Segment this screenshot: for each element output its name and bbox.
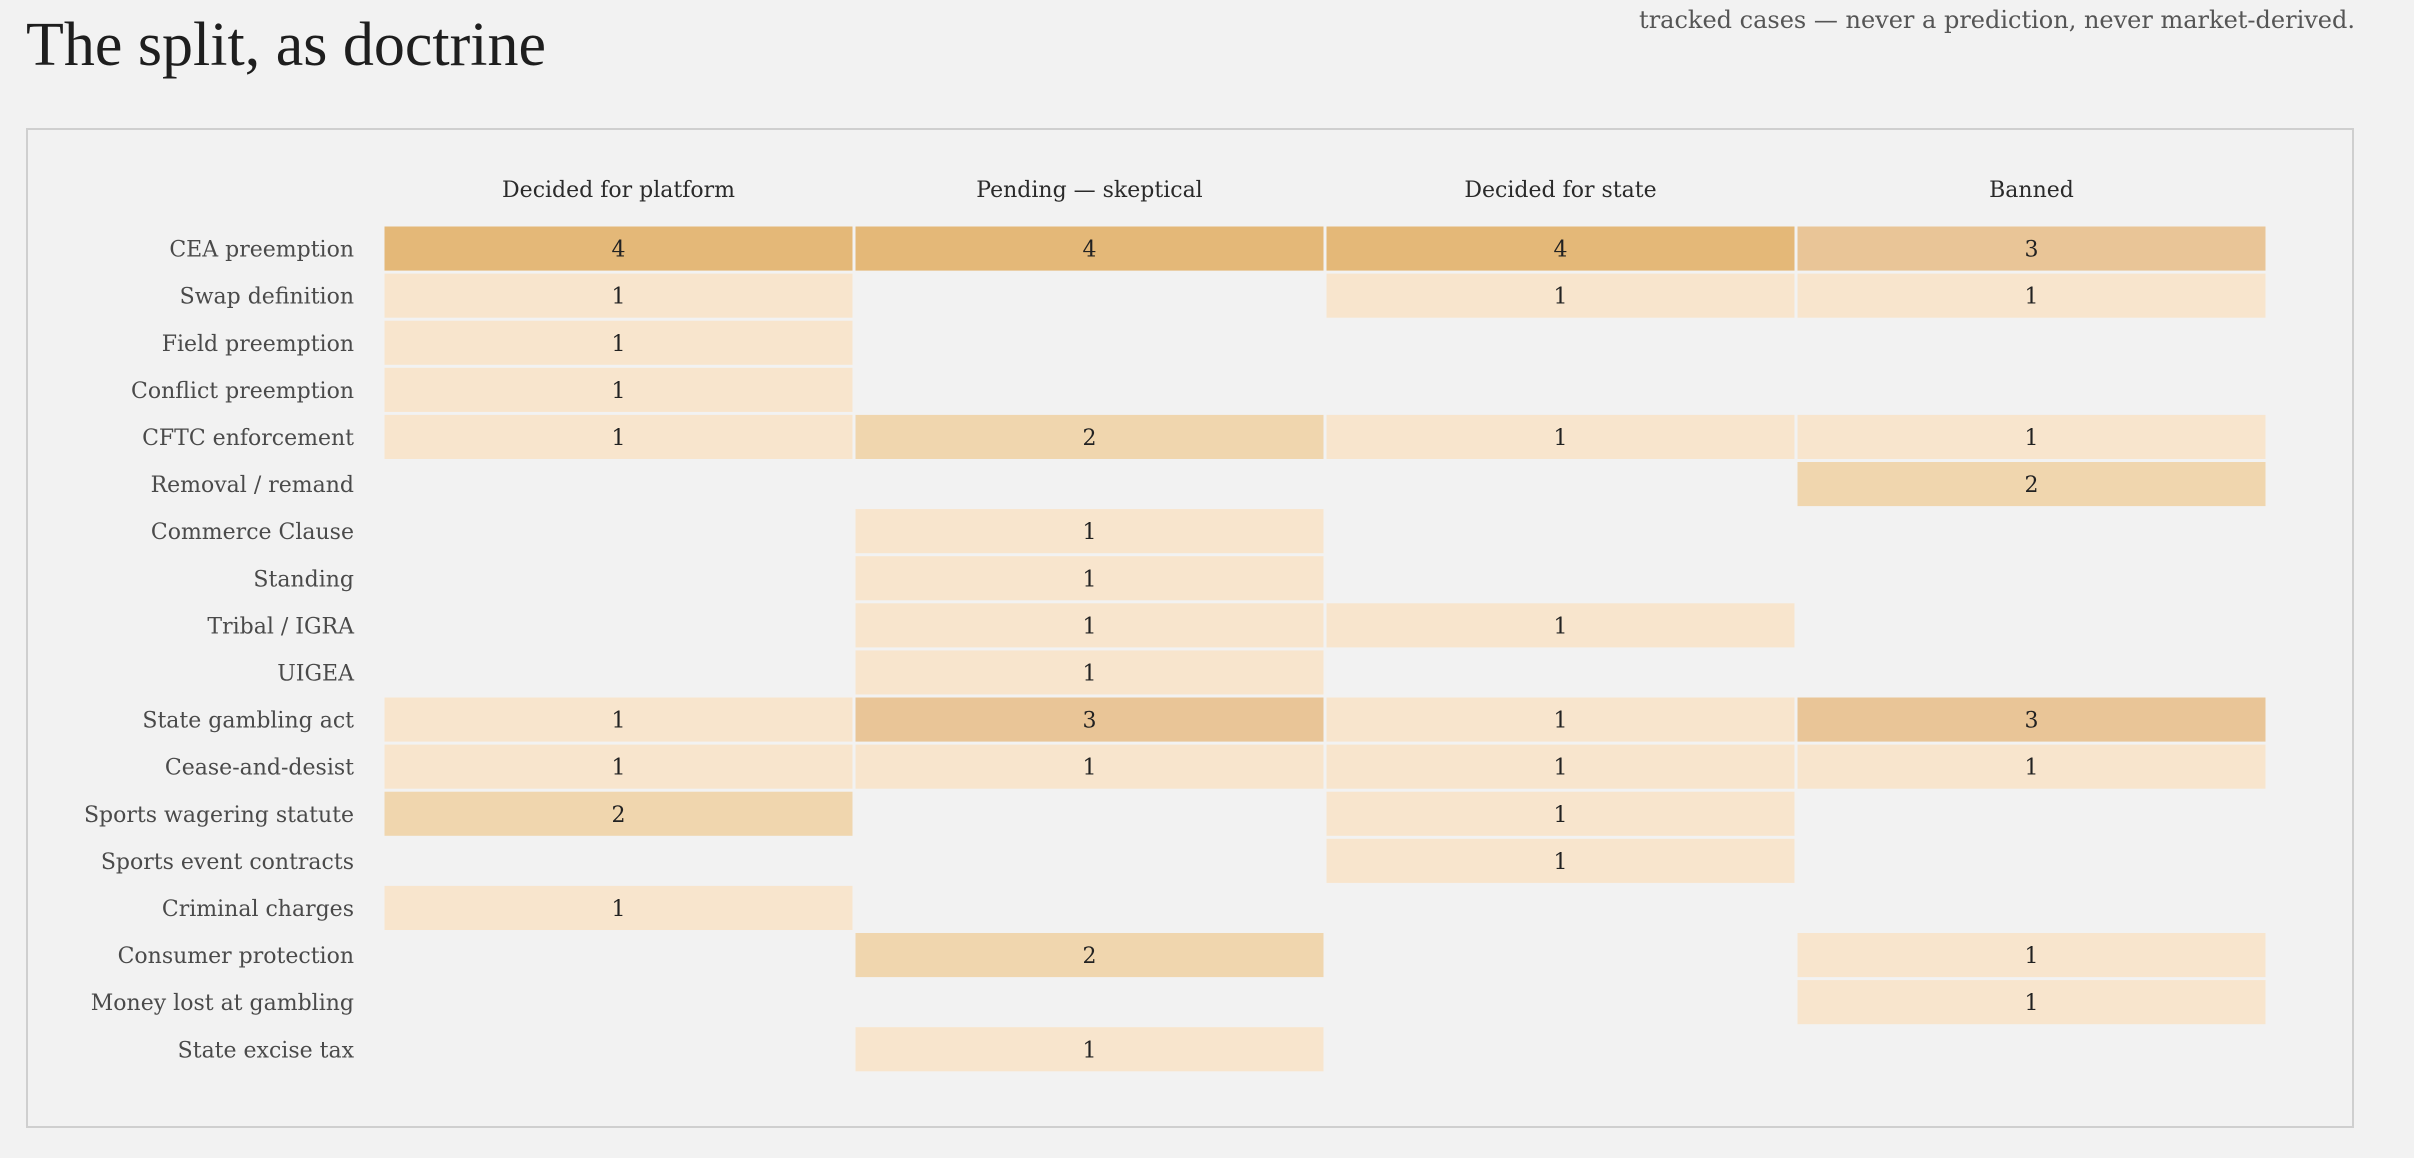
cell-value-label: 1 bbox=[1083, 756, 1097, 781]
heatmap-panel: Decided for platform Pending — skeptical D… bbox=[26, 128, 2354, 1128]
page: The split, as doctrine tracked cases — n… bbox=[0, 0, 2414, 1158]
cell-value-label: 1 bbox=[2025, 756, 2039, 781]
cell-value-label: 1 bbox=[2025, 991, 2039, 1016]
cell-value-label: 2 bbox=[2025, 473, 2039, 498]
row-label-sports-event-contracts: Sports event contracts bbox=[101, 850, 354, 875]
row-label-cease-and-desist: Cease-and-desist bbox=[165, 756, 354, 781]
row-label-consumer-protection: Consumer protection bbox=[118, 944, 354, 969]
cell-value-label: 1 bbox=[1083, 520, 1097, 545]
row-label-criminal-charges: Criminal charges bbox=[162, 897, 354, 922]
row-label-tribal-igra: Tribal / IGRA bbox=[207, 614, 355, 639]
cell-value-label: 4 bbox=[1083, 238, 1097, 263]
row-label-money-lost-at-gambling: Money lost at gambling bbox=[91, 991, 354, 1016]
cell-value-label: 1 bbox=[612, 709, 626, 734]
row-label-state-excise-tax: State excise tax bbox=[178, 1038, 355, 1063]
column-label-banned: Banned bbox=[1989, 178, 2074, 203]
column-label-decided-for-state: Decided for state bbox=[1464, 178, 1656, 203]
cell-value-label: 4 bbox=[612, 238, 626, 263]
row-label-field-preemption: Field preemption bbox=[162, 332, 354, 357]
row-label-removal-remand: Removal / remand bbox=[151, 473, 354, 498]
cell-value-label: 1 bbox=[612, 756, 626, 781]
cell-value-label: 2 bbox=[1083, 944, 1097, 969]
page-note: tracked cases — never a prediction, neve… bbox=[1639, 6, 2355, 34]
cell-value-label: 1 bbox=[1083, 661, 1097, 686]
column-label-decided-for-platform: Decided for platform bbox=[502, 178, 735, 203]
cell-value-label: 1 bbox=[1554, 803, 1568, 828]
doctrine-heatmap: Decided for platform Pending — skeptical D… bbox=[84, 178, 2266, 1072]
cell-value-label: 1 bbox=[1554, 709, 1568, 734]
cell-value-label: 3 bbox=[2025, 709, 2039, 734]
cell-value-label: 1 bbox=[2025, 426, 2039, 451]
cell-value-label: 1 bbox=[612, 379, 626, 404]
cell-value-label: 3 bbox=[2025, 238, 2039, 263]
row-label-standing: Standing bbox=[253, 567, 354, 592]
row-label-uigea: UIGEA bbox=[277, 661, 355, 686]
row-label-cftc-enforcement: CFTC enforcement bbox=[142, 426, 354, 451]
column-label-pending-skeptical: Pending — skeptical bbox=[976, 178, 1202, 203]
cell-value-label: 2 bbox=[612, 803, 626, 828]
cell-value-label: 1 bbox=[1083, 614, 1097, 639]
cell-value-label: 1 bbox=[612, 285, 626, 310]
cell-value-label: 1 bbox=[612, 332, 626, 357]
row-label-cea-preemption: CEA preemption bbox=[169, 238, 354, 263]
row-label-swap-definition: Swap definition bbox=[180, 285, 354, 310]
cell-value-label: 1 bbox=[1554, 614, 1568, 639]
page-title: The split, as doctrine bbox=[26, 11, 546, 79]
row-label-conflict-preemption: Conflict preemption bbox=[131, 379, 354, 404]
row-label-state-gambling-act: State gambling act bbox=[142, 709, 354, 734]
cell-value-label: 1 bbox=[2025, 285, 2039, 310]
cell-value-label: 1 bbox=[1554, 756, 1568, 781]
cell-value-label: 4 bbox=[1554, 238, 1568, 263]
cell-value-label: 1 bbox=[1554, 850, 1568, 875]
cell-value-label: 2 bbox=[1083, 426, 1097, 451]
cell-value-label: 1 bbox=[1554, 285, 1568, 310]
cell-value-label: 1 bbox=[612, 426, 626, 451]
cell-value-label: 1 bbox=[1083, 567, 1097, 592]
row-label-sports-wagering-statute: Sports wagering statute bbox=[84, 803, 354, 828]
row-label-commerce-clause: Commerce Clause bbox=[151, 520, 354, 545]
cell-value-label: 3 bbox=[1083, 709, 1097, 734]
cell-value-label: 1 bbox=[1554, 426, 1568, 451]
cell-value-label: 1 bbox=[2025, 944, 2039, 969]
cell-value-label: 1 bbox=[612, 897, 626, 922]
cell-value-label: 1 bbox=[1083, 1038, 1097, 1063]
